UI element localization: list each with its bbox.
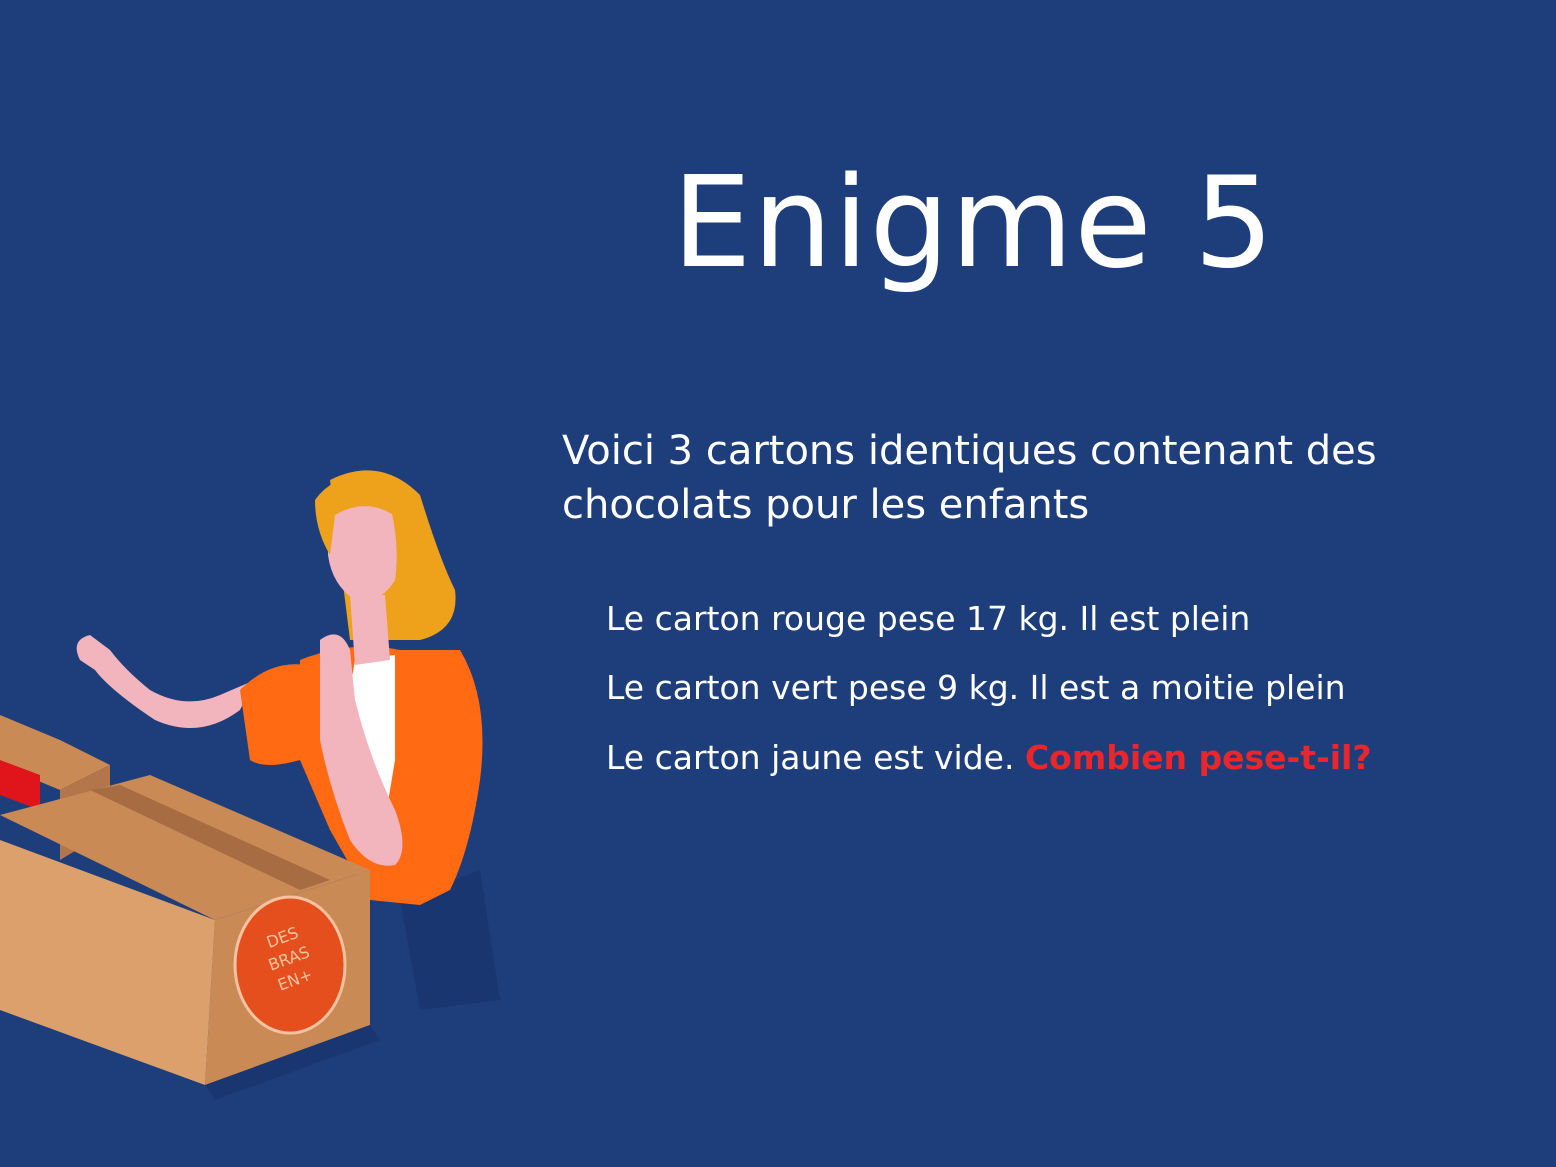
slide-title: Enigme 5 bbox=[672, 149, 1275, 296]
neck bbox=[350, 595, 390, 665]
woman-packing-boxes-illustration: DES BRAS EN+ bbox=[0, 470, 500, 1100]
clue-green-box-text: Le carton vert pese 9 kg. Il est a moiti… bbox=[606, 668, 1346, 707]
intro-text: Voici 3 cartons identiques contenant des… bbox=[562, 428, 1377, 528]
clue-yellow-box-text: Le carton jaune est vide. bbox=[606, 738, 1015, 777]
question-text: Combien pese-t-il? bbox=[1024, 738, 1372, 777]
clue-yellow-box: Le carton jaune est vide. Combien pese-t… bbox=[606, 736, 1372, 780]
slide: Enigme 5 Voici 3 cartons identiques cont… bbox=[0, 0, 1556, 1167]
clue-green-box: Le carton vert pese 9 kg. Il est a moiti… bbox=[606, 666, 1346, 710]
clue-red-box: Le carton rouge pese 17 kg. Il est plein bbox=[606, 597, 1250, 641]
left-arm bbox=[76, 635, 256, 728]
left-sleeve bbox=[240, 664, 305, 765]
clue-red-box-text: Le carton rouge pese 17 kg. Il est plein bbox=[606, 599, 1251, 638]
